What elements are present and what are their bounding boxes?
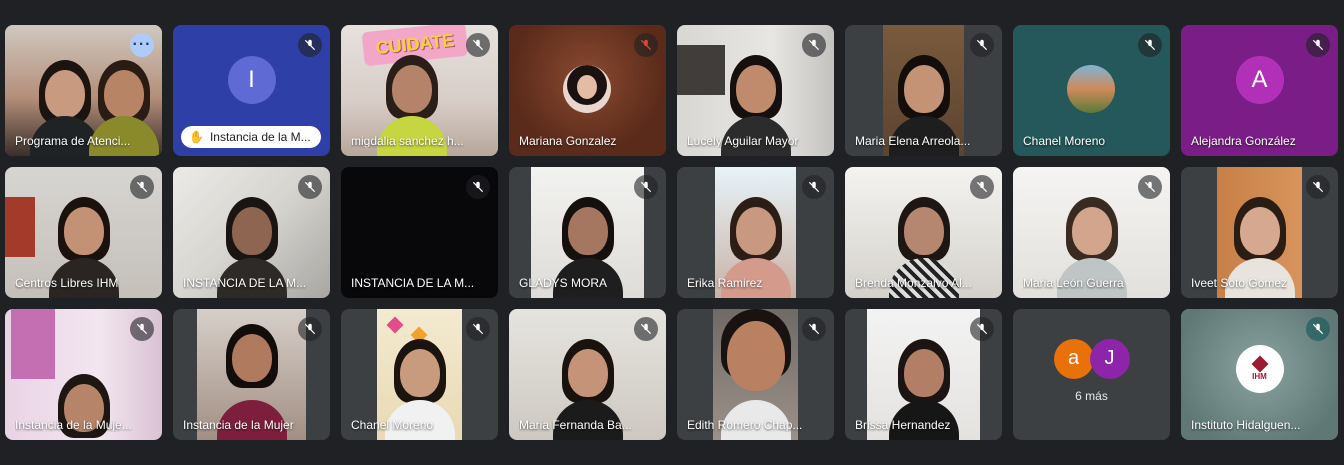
participant-name: migdalia sanchez h...	[351, 134, 464, 148]
participant-tile[interactable]: CUIDATE migdalia sanchez h...	[341, 25, 498, 156]
participant-tile[interactable]: Brenda Monzalvo Al...	[845, 167, 1002, 298]
mic-off-icon	[634, 33, 658, 57]
participant-name: Brenda Monzalvo Al...	[855, 276, 972, 290]
participant-tile[interactable]: Lucely Aguilar Mayor	[677, 25, 834, 156]
avatar: a	[1053, 338, 1094, 379]
participant-tile[interactable]: Edith Romero Chap...	[677, 309, 834, 440]
avatar	[563, 65, 611, 113]
participant-name: Chanel Moreno	[1023, 134, 1106, 148]
mic-off-icon	[466, 33, 490, 57]
avatar: J	[1089, 338, 1130, 379]
participant-tile[interactable]: Maria Elena Arreola...	[845, 25, 1002, 156]
mic-off-icon	[970, 317, 994, 341]
participant-name: INSTANCIA DE LA M...	[351, 276, 475, 290]
mic-off-icon	[298, 317, 322, 341]
participant-name: INSTANCIA DE LA M...	[183, 276, 307, 290]
participant-tile[interactable]: Instancia de la Mujer	[173, 309, 330, 440]
overflow-avatars: a J	[1053, 338, 1130, 379]
participant-tile[interactable]: Erika Ramirez	[677, 167, 834, 298]
mic-off-icon	[802, 317, 826, 341]
participant-name: Brissa Hernandez	[855, 418, 951, 432]
mic-off-icon	[466, 175, 490, 199]
more-options-icon[interactable]: ···	[130, 33, 154, 57]
participant-tile[interactable]: INSTANCIA DE LA M...	[341, 167, 498, 298]
participant-name: Maria Elena Arreola...	[855, 134, 971, 148]
participant-name: Alejandra González	[1191, 134, 1296, 148]
participant-tile[interactable]: ··· Programa de Atenci...	[5, 25, 162, 156]
participant-name: Instancia de la Muje...	[15, 418, 132, 432]
mic-off-icon	[1306, 33, 1330, 57]
participant-tile[interactable]: Centros Libres IHM	[5, 167, 162, 298]
participant-tile[interactable]: Maria Fernanda Ba...	[509, 309, 666, 440]
participant-name: Maria León Guerra	[1023, 276, 1124, 290]
participant-name: Programa de Atenci...	[15, 134, 131, 148]
raised-hand-icon: ✋	[189, 130, 204, 144]
institute-logo: IHM	[1235, 345, 1284, 394]
participant-name: Mariana Gonzalez	[519, 134, 617, 148]
participant-tile[interactable]: Chanel Moreno	[1013, 25, 1170, 156]
overflow-tile[interactable]: a J 6 más	[1013, 309, 1170, 440]
mic-off-icon	[130, 175, 154, 199]
wall-decor	[5, 197, 35, 257]
participant-name: Edith Romero Chap...	[687, 418, 803, 432]
participant-tile[interactable]: A Alejandra González	[1181, 25, 1338, 156]
participant-name: Instituto Hidalguen...	[1191, 418, 1301, 432]
participant-tile[interactable]: Iveet Soto Gomez	[1181, 167, 1338, 298]
poster-text: CUIDATE	[374, 29, 456, 58]
mic-off-icon	[802, 175, 826, 199]
participant-name: Maria Fernanda Ba...	[519, 418, 632, 432]
participant-tile[interactable]: Brissa Hernandez	[845, 309, 1002, 440]
mic-off-icon	[1306, 317, 1330, 341]
mic-off-icon	[1138, 175, 1162, 199]
mic-off-icon	[634, 317, 658, 341]
mic-off-icon	[466, 317, 490, 341]
participant-tile[interactable]: Maria León Guerra	[1013, 167, 1170, 298]
participant-name: GLADYS MORA	[519, 276, 608, 290]
mic-off-icon	[1138, 33, 1162, 57]
mic-off-icon	[970, 33, 994, 57]
cabinet	[677, 45, 725, 95]
poster	[11, 309, 55, 379]
overflow-count-label: 6 más	[1075, 388, 1108, 403]
participant-tile[interactable]: Chanel Moreno	[341, 309, 498, 440]
participant-name: Erika Ramirez	[687, 276, 763, 290]
avatar: A	[1235, 56, 1284, 105]
participant-name: Instancia de la Mujer	[183, 418, 294, 432]
participant-name: Centros Libres IHM	[15, 276, 119, 290]
participant-tile[interactable]: I ✋ Instancia de la M...	[173, 25, 330, 156]
participant-name: Lucely Aguilar Mayor	[687, 134, 799, 148]
mic-off-icon	[970, 175, 994, 199]
participant-tile[interactable]: INSTANCIA DE LA M...	[173, 167, 330, 298]
avatar: I	[227, 56, 276, 105]
participant-tile[interactable]: Mariana Gonzalez	[509, 25, 666, 156]
participant-tile[interactable]: Instancia de la Muje...	[5, 309, 162, 440]
participant-name: Chanel Moreno	[351, 418, 434, 432]
raised-hand-badge: ✋ Instancia de la M...	[181, 126, 321, 148]
mic-off-icon	[130, 317, 154, 341]
participant-tile[interactable]: GLADYS MORA	[509, 167, 666, 298]
mic-off-icon	[634, 175, 658, 199]
mic-off-icon	[1306, 175, 1330, 199]
participant-grid: ··· Programa de Atenci... I ✋ Instancia …	[5, 25, 1338, 440]
participant-name: Iveet Soto Gomez	[1191, 276, 1288, 290]
avatar	[1067, 65, 1115, 113]
participant-tile[interactable]: IHM Instituto Hidalguen...	[1181, 309, 1338, 440]
mic-off-icon	[298, 175, 322, 199]
mic-off-icon	[298, 33, 322, 57]
participant-name: Instancia de la M...	[209, 130, 311, 144]
mic-off-icon	[802, 33, 826, 57]
logo-text: IHM	[1252, 371, 1267, 381]
